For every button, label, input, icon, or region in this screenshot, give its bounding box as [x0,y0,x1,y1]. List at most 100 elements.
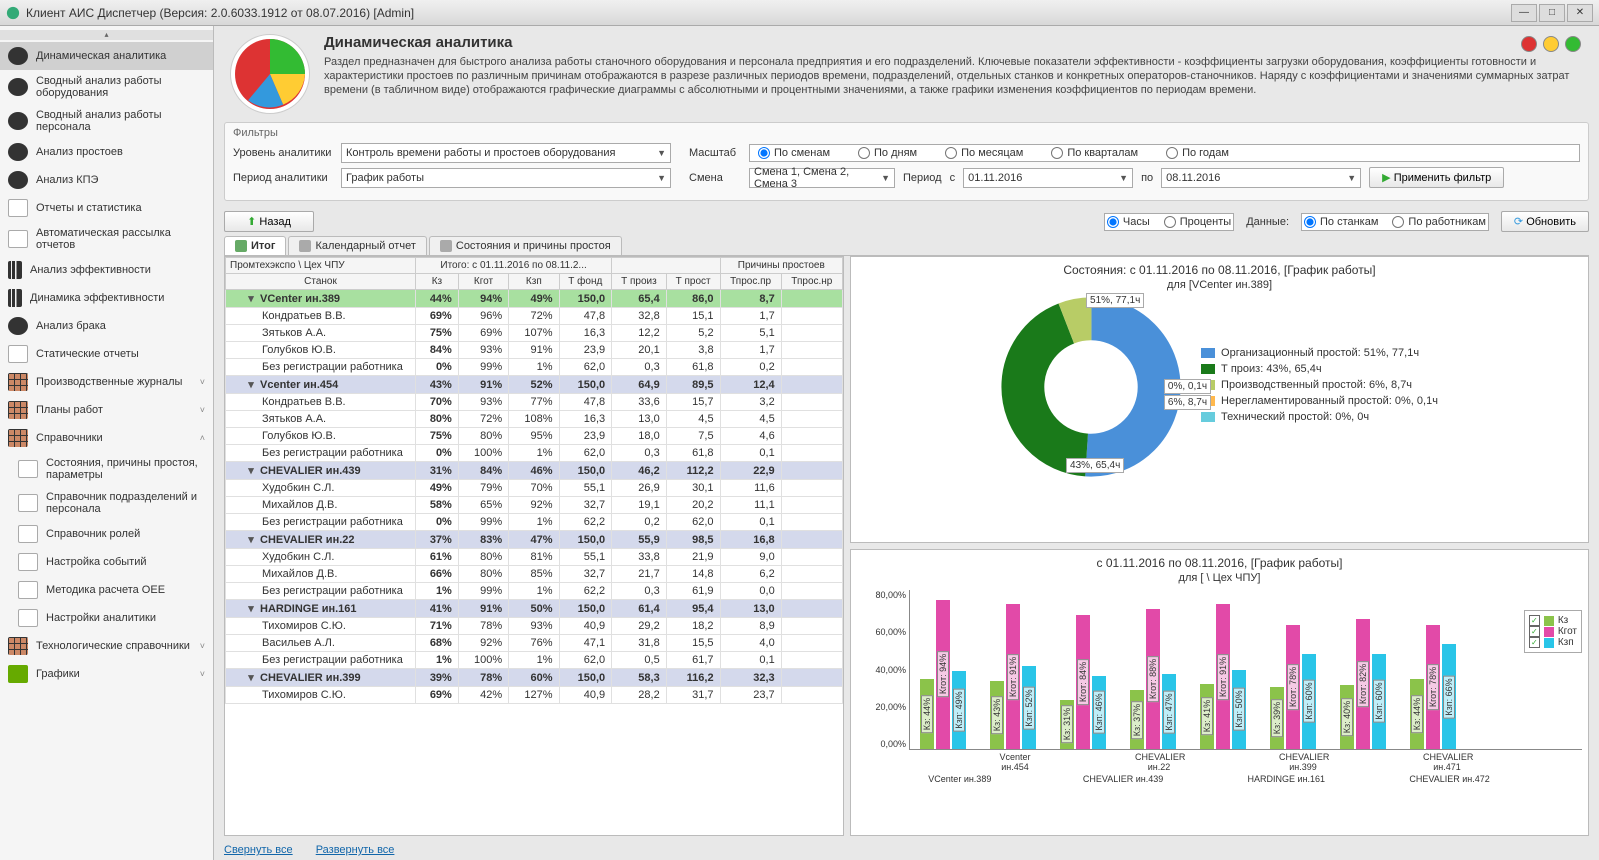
sidebar-icon [8,665,28,683]
expand-all-link[interactable]: Развернуть все [316,844,395,856]
table-row[interactable]: Кондратьев В.В.69%96%72%47,832,815,11,7 [226,308,843,325]
sidebar-item-18[interactable]: Методика расчета OEE [0,576,213,604]
table-row[interactable]: Худобкин С.Л.49%79%70%55,126,930,111,6 [226,480,843,497]
th-col[interactable]: Тпрос.нр [781,274,842,290]
minimize-button[interactable]: — [1511,4,1537,22]
table-row[interactable]: ▾CHEVALIER ин.43931%84%46%150,046,2112,2… [226,462,843,480]
sidebar-item-12[interactable]: Планы работ˅ [0,396,213,424]
scale-radio-3[interactable]: По кварталам [1051,147,1138,159]
period-combo[interactable]: График работы▼ [341,168,671,188]
sidebar-item-9[interactable]: Анализ брака [0,312,213,340]
table-row[interactable]: Без регистрации работника0%99%1%62,00,36… [226,359,843,376]
sidebar-item-11[interactable]: Производственные журналы˅ [0,368,213,396]
refresh-button[interactable]: ⟳ Обновить [1501,211,1589,232]
table-row[interactable]: Худобкин С.Л.61%80%81%55,133,821,99,0 [226,549,843,566]
th-col[interactable]: Т произ [612,274,667,290]
sidebar-item-label: Сводный анализ работы персонала [36,109,205,133]
sidebar-item-4[interactable]: Анализ КПЭ [0,166,213,194]
close-button[interactable]: ✕ [1567,4,1593,22]
sidebar-item-21[interactable]: Графики˅ [0,660,213,688]
table-row[interactable]: Тихомиров С.Ю.71%78%93%40,929,218,28,9 [226,618,843,635]
unit-percent-radio[interactable]: Проценты [1164,216,1231,228]
scale-radio-0[interactable]: По сменам [758,147,830,159]
th-col[interactable]: Т фонд [559,274,612,290]
page-header: Динамическая аналитика Раздел предназнач… [214,26,1599,122]
back-button[interactable]: ⬆ Назад [224,211,314,232]
sidebar-item-20[interactable]: Технологические справочники˅ [0,632,213,660]
shift-combo[interactable]: Смена 1, Смена 2, Смена 3▼ [749,168,895,188]
sidebar-item-7[interactable]: Анализ эффективности [0,256,213,284]
sidebar-item-16[interactable]: Справочник ролей [0,520,213,548]
sidebar-icon [8,143,28,161]
sidebar-item-15[interactable]: Справочник подразделений и персонала [0,486,213,520]
to-date[interactable]: 08.11.2016▼ [1161,168,1361,188]
collapse-all-link[interactable]: Свернуть все [224,844,293,856]
from-date[interactable]: 01.11.2016▼ [963,168,1133,188]
data-workers-radio[interactable]: По работникам [1392,216,1485,228]
table-row[interactable]: Михайлов Д.В.58%65%92%32,719,120,211,1 [226,497,843,514]
sidebar-item-14[interactable]: Состояния, причины простоя, параметры [0,452,213,486]
th-col[interactable]: Т прост [666,274,720,290]
table-row[interactable]: Кондратьев В.В.70%93%77%47,833,615,73,2 [226,394,843,411]
expand-icon[interactable]: ▾ [246,292,256,305]
table-row[interactable]: Васильев А.Л.68%92%76%47,131,815,54,0 [226,635,843,652]
th-col[interactable]: Тпрос.пр [720,274,781,290]
expand-icon[interactable]: ▾ [246,378,256,391]
page-title: Динамическая аналитика [324,34,1574,51]
expand-icon[interactable]: ▾ [246,671,256,684]
data-machines-radio[interactable]: По станкам [1304,216,1378,228]
tab-states[interactable]: Состояния и причины простоя [429,236,622,255]
table-row[interactable]: Голубков Ю.В.84%93%91%23,920,13,81,7 [226,342,843,359]
sidebar-collapse[interactable]: ▴ [0,30,213,40]
th-col[interactable]: Кз [416,274,459,290]
sidebar-item-6[interactable]: Автоматическая рассылка отчетов [0,222,213,256]
table-row[interactable]: ▾VCenter ин.38944%94%49%150,065,486,08,7 [226,290,843,308]
sidebar-item-19[interactable]: Настройки аналитики [0,604,213,632]
sidebar-item-label: Статические отчеты [36,348,205,360]
sidebar-icon [18,460,38,478]
table-row[interactable]: Зятьков А.А.75%69%107%16,312,25,25,1 [226,325,843,342]
sidebar-item-label: Справочник подразделений и персонала [46,491,205,515]
level-combo[interactable]: Контроль времени работы и простоев обору… [341,143,671,163]
maximize-button[interactable]: □ [1539,4,1565,22]
scale-radio-1[interactable]: По дням [858,147,917,159]
table-row[interactable]: ▾CHEVALIER ин.2237%83%47%150,055,998,516… [226,531,843,549]
table-row[interactable]: Без регистрации работника0%100%1%62,00,3… [226,445,843,462]
unit-hours-radio[interactable]: Часы [1107,216,1150,228]
sidebar-item-label: Анализ простоев [36,146,205,158]
sidebar-item-label: Анализ брака [36,320,205,332]
expand-icon[interactable]: ▾ [246,533,256,546]
table-row[interactable]: Михайлов Д.В.66%80%85%32,721,714,86,2 [226,566,843,583]
sidebar-item-0[interactable]: Динамическая аналитика [0,42,213,70]
sidebar-item-8[interactable]: Динамика эффективности [0,284,213,312]
table-row[interactable]: ▾CHEVALIER ин.39939%78%60%150,058,3116,2… [226,669,843,687]
tab-summary[interactable]: Итог [224,236,286,255]
expand-icon[interactable]: ▾ [246,602,256,615]
sidebar-item-2[interactable]: Сводный анализ работы персонала [0,104,213,138]
sidebar-item-3[interactable]: Анализ простоев [0,138,213,166]
table-row[interactable]: Голубков Ю.В.75%80%95%23,918,07,54,6 [226,428,843,445]
th-col[interactable]: Кзп [509,274,559,290]
data-table[interactable]: Промтехэкспо \ Цех ЧПУ Итого: с 01.11.20… [224,256,844,836]
sidebar-item-label: Настройки аналитики [46,612,205,624]
table-row[interactable]: ▾Vcenter ин.45443%91%52%150,064,989,512,… [226,376,843,394]
chevron-icon: ˅ [200,405,205,415]
sidebar-item-1[interactable]: Сводный анализ работы оборудования [0,70,213,104]
th-col[interactable]: Кгот [458,274,508,290]
table-row[interactable]: Зятьков А.А.80%72%108%16,313,04,54,5 [226,411,843,428]
table-row[interactable]: Без регистрации работника1%99%1%62,20,36… [226,583,843,600]
tab-calendar[interactable]: Календарный отчет [288,236,426,255]
expand-icon[interactable]: ▾ [246,464,256,477]
scale-radio-2[interactable]: По месяцам [945,147,1023,159]
sidebar-item-13[interactable]: Справочники˄ [0,424,213,452]
scale-radio-4[interactable]: По годам [1166,147,1229,159]
table-row[interactable]: Без регистрации работника0%99%1%62,20,26… [226,514,843,531]
table-row[interactable]: ▾HARDINGE ин.16141%91%50%150,061,495,413… [226,600,843,618]
sidebar-item-17[interactable]: Настройка событий [0,548,213,576]
table-row[interactable]: Тихомиров С.Ю.69%42%127%40,928,231,723,7 [226,687,843,704]
table-row[interactable]: Без регистрации работника1%100%1%62,00,5… [226,652,843,669]
sidebar-item-5[interactable]: Отчеты и статистика [0,194,213,222]
apply-filter-button[interactable]: ▶ Применить фильтр [1369,167,1504,188]
sidebar-item-10[interactable]: Статические отчеты [0,340,213,368]
th-name[interactable]: Станок [226,274,416,290]
